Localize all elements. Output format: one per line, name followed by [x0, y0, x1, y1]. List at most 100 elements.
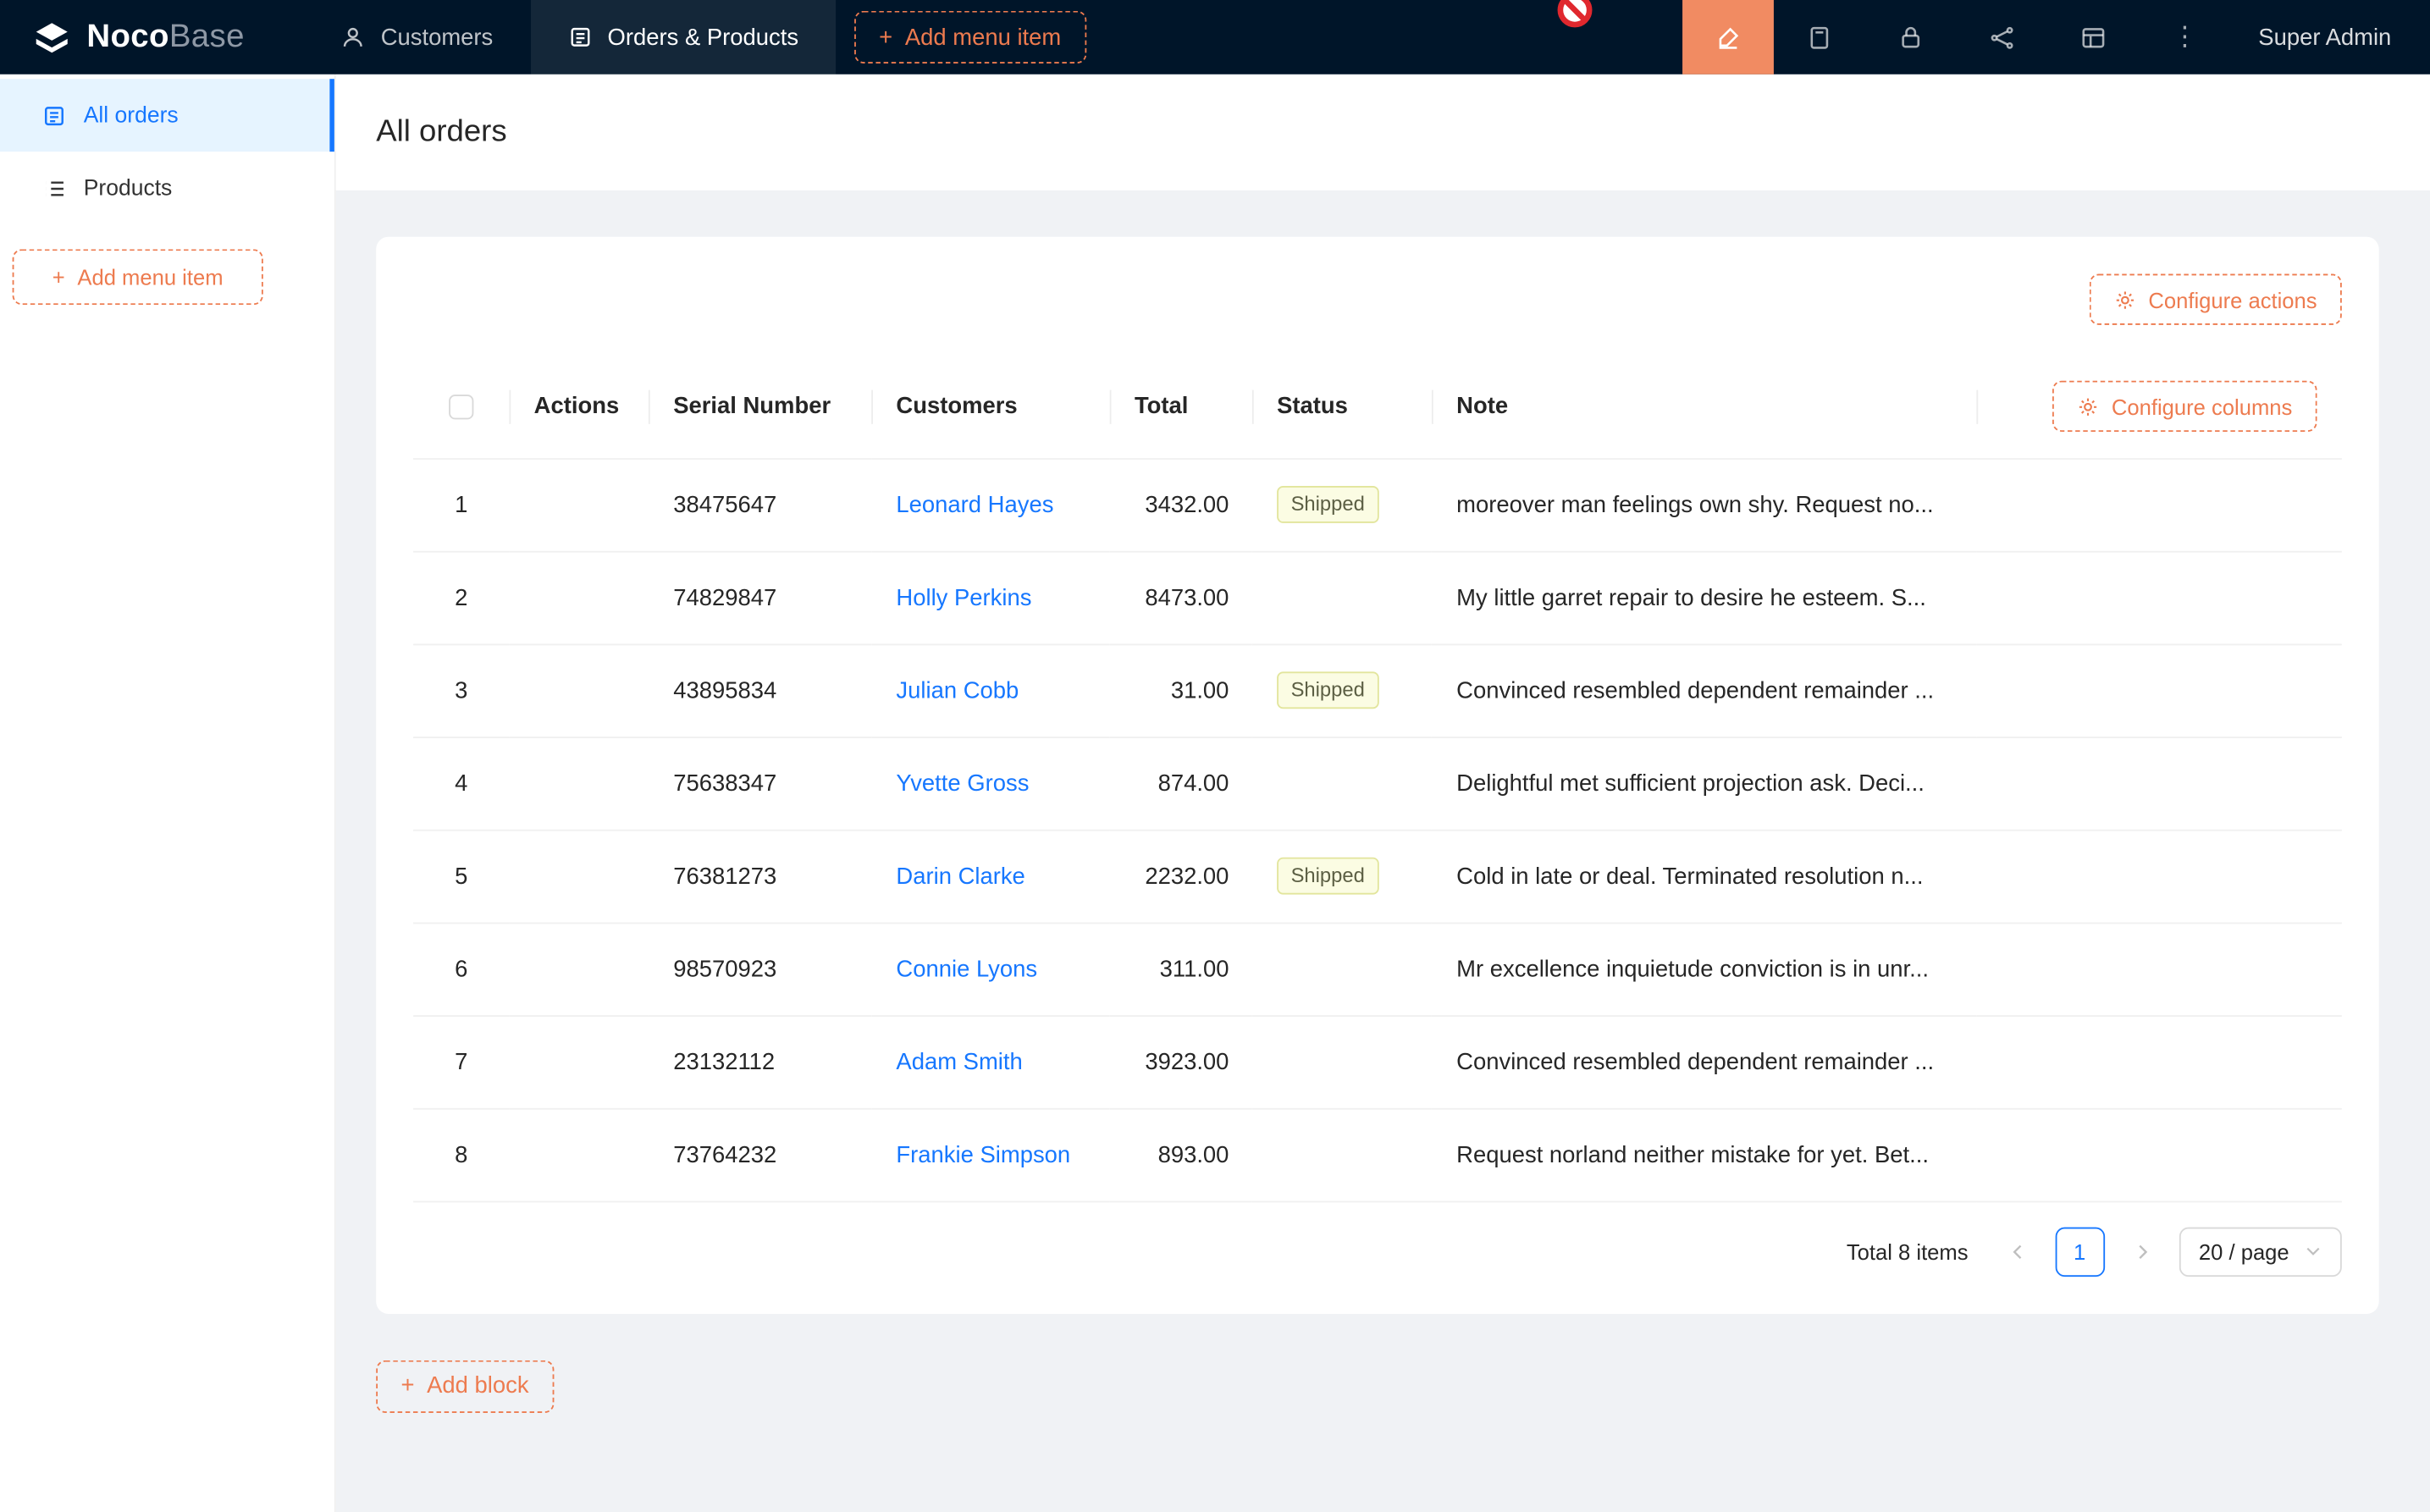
pagination-next-button[interactable]	[2117, 1227, 2166, 1276]
column-header-serial-number: Serial Number	[649, 356, 871, 458]
table-header-row: Actions Serial Number Customers Total St…	[413, 356, 2342, 458]
total-cell: 311.00	[1110, 923, 1252, 1016]
lock-icon[interactable]	[1865, 0, 1957, 74]
spacer-cell	[1976, 643, 2341, 737]
nav-item-customers[interactable]: Customers	[303, 0, 530, 74]
customer-link[interactable]: Yvette Gross	[896, 770, 1029, 796]
more-options-icon[interactable]: ⋮	[2140, 0, 2231, 74]
sidebar-item-label: All orders	[84, 103, 179, 128]
page-size-select[interactable]: 20 / page	[2179, 1227, 2342, 1276]
customer-cell: Leonard Hayes	[871, 458, 1110, 551]
ui-editor-icon[interactable]	[1682, 0, 1774, 74]
note-cell: Request norland neither mistake for yet.…	[1432, 1108, 1976, 1201]
user-menu[interactable]: Super Admin	[2230, 0, 2430, 74]
logo-text: NocoBase	[86, 19, 244, 56]
column-header-status: Status	[1252, 356, 1432, 458]
customer-cell: Connie Lyons	[871, 923, 1110, 1016]
spacer-cell	[1976, 830, 2341, 923]
serial-number-cell: 73764232	[649, 1108, 871, 1201]
nocobase-logo-icon	[31, 16, 73, 58]
status-cell: Shipped	[1252, 458, 1432, 551]
customer-link[interactable]: Frankie Simpson	[896, 1141, 1070, 1167]
serial-number-cell: 43895834	[649, 643, 871, 737]
all-orders-icon	[41, 103, 66, 128]
status-cell	[1252, 923, 1432, 1016]
row-actions-cell	[509, 458, 649, 551]
table-row: 5 76381273 Darin Clarke 2232.00 Shipped …	[413, 830, 2342, 923]
table-row: 3 43895834 Julian Cobb 31.00 Shipped Con…	[413, 643, 2342, 737]
serial-number-cell: 75638347	[649, 737, 871, 830]
sidebar: All orders Products + Add menu item	[0, 74, 336, 1512]
customer-cell: Darin Clarke	[871, 830, 1110, 923]
table-body: 1 38475647 Leonard Hayes 3432.00 Shipped…	[413, 458, 2342, 1200]
row-index: 4	[413, 737, 509, 830]
row-actions-cell	[509, 830, 649, 923]
column-header-actions: Actions	[509, 356, 649, 458]
add-menu-item-button-sidebar[interactable]: + Add menu item	[13, 249, 263, 305]
customer-link[interactable]: Darin Clarke	[896, 863, 1024, 889]
orders-table-block: Configure actions Actions Seria	[376, 237, 2378, 1313]
customer-link[interactable]: Julian Cobb	[896, 677, 1019, 704]
calculator-icon[interactable]	[1774, 0, 1865, 74]
sidebar-item-all-orders[interactable]: All orders	[0, 79, 334, 152]
app: NocoBase Customers Orders & Products + A…	[0, 0, 2430, 1512]
row-actions-cell	[509, 643, 649, 737]
navbar-right-icons: ⋮ Super Admin	[1682, 0, 2430, 74]
customer-cell: Julian Cobb	[871, 643, 1110, 737]
api-icon[interactable]	[1957, 0, 2048, 74]
nav-item-label: Orders & Products	[608, 24, 799, 50]
spacer-cell	[1976, 737, 2341, 830]
page-size-value: 20 / page	[2199, 1239, 2289, 1263]
layout-icon[interactable]	[2048, 0, 2140, 74]
select-all-checkbox[interactable]	[449, 395, 473, 420]
serial-number-cell: 76381273	[649, 830, 871, 923]
products-icon	[41, 175, 66, 200]
main-area: All orders Configure actions	[336, 74, 2430, 1512]
row-actions-cell	[509, 551, 649, 644]
table-row: 6 98570923 Connie Lyons 311.00 Mr excell…	[413, 923, 2342, 1016]
total-cell: 3923.00	[1110, 1015, 1252, 1108]
note-cell: moreover man feelings own shy. Request n…	[1432, 458, 1976, 551]
add-menu-item-label: Add menu item	[905, 24, 1061, 50]
customer-cell: Frankie Simpson	[871, 1108, 1110, 1201]
row-actions-cell	[509, 1015, 649, 1108]
serial-number-cell: 38475647	[649, 458, 871, 551]
add-menu-item-button-top[interactable]: + Add menu item	[854, 11, 1086, 63]
row-index: 5	[413, 830, 509, 923]
row-actions-cell	[509, 1108, 649, 1201]
customer-cell: Adam Smith	[871, 1015, 1110, 1108]
main-nav: Customers Orders & Products + Add menu i…	[303, 0, 1085, 74]
orders-table: Actions Serial Number Customers Total St…	[413, 356, 2342, 1201]
note-cell: Mr excellence inquietude conviction is i…	[1432, 923, 1976, 1016]
add-block-label: Add block	[427, 1372, 528, 1399]
gear-icon	[2114, 289, 2136, 311]
column-header-note: Note	[1432, 356, 1976, 458]
customers-icon	[340, 25, 365, 49]
note-cell: Delightful met sufficient projection ask…	[1432, 737, 1976, 830]
nav-item-label: Customers	[381, 24, 494, 50]
configure-columns-button[interactable]: Configure columns	[2052, 381, 2317, 432]
pagination-prev-button[interactable]	[1993, 1227, 2042, 1276]
total-cell: 31.00	[1110, 643, 1252, 737]
status-cell	[1252, 1108, 1432, 1201]
more-glyph: ⋮	[2172, 22, 2198, 53]
nav-item-orders-products[interactable]: Orders & Products	[530, 0, 836, 74]
chevron-down-icon	[2305, 1243, 2322, 1260]
not-allowed-cursor-icon	[1555, 0, 1594, 30]
configure-actions-button[interactable]: Configure actions	[2090, 274, 2342, 325]
customer-link[interactable]: Leonard Hayes	[896, 491, 1053, 517]
pagination: Total 8 items 1 20 / page	[413, 1227, 2342, 1276]
customer-link[interactable]: Adam Smith	[896, 1048, 1022, 1074]
sidebar-item-products[interactable]: Products	[0, 152, 334, 224]
note-cell: Convinced resembled dependent remainder …	[1432, 1015, 1976, 1108]
status-badge: Shipped	[1277, 486, 1378, 523]
nocobase-logo[interactable]: NocoBase	[0, 0, 303, 74]
customer-link[interactable]: Holly Perkins	[896, 584, 1031, 610]
page-content: Configure actions Actions Seria	[336, 190, 2430, 1512]
add-block-button[interactable]: + Add block	[376, 1360, 554, 1412]
pagination-page-1[interactable]: 1	[2055, 1227, 2104, 1276]
customer-link[interactable]: Connie Lyons	[896, 956, 1037, 982]
gear-icon	[2078, 396, 2100, 418]
add-menu-item-label: Add menu item	[77, 265, 223, 290]
status-cell	[1252, 737, 1432, 830]
